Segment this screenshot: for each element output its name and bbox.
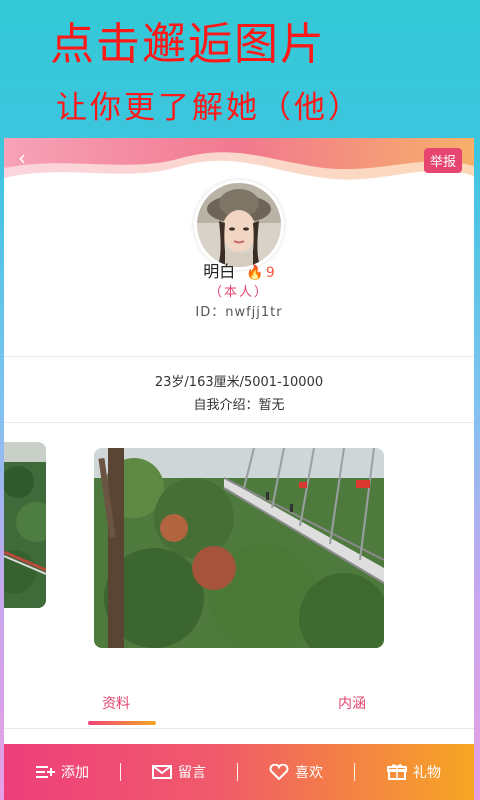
tab-active-indicator xyxy=(88,721,156,725)
gift-button[interactable]: 礼物 xyxy=(355,744,473,800)
photo-thumbnail-previous[interactable] xyxy=(4,442,46,608)
action-bar: 添加 留言 喜欢 礼物 xyxy=(4,744,474,800)
like-label: 喜欢 xyxy=(295,765,323,781)
divider xyxy=(4,422,474,423)
user-stats: 23岁/163厘米/5001-10000 xyxy=(154,375,324,390)
divider xyxy=(4,356,474,357)
add-friend-icon xyxy=(35,765,55,779)
report-button[interactable]: 举报 xyxy=(423,148,462,173)
user-bio: 自我介绍：暂无 xyxy=(193,398,285,413)
like-button[interactable]: 喜欢 xyxy=(238,744,354,800)
add-label: 添加 xyxy=(61,765,89,781)
promo-banner: 点击邂逅图片 让你更了解她（他） xyxy=(0,0,480,140)
heat-count: 9 xyxy=(265,265,275,281)
user-name: 明白 xyxy=(203,262,236,281)
gift-icon xyxy=(387,764,407,780)
tab-profile[interactable]: 资料 xyxy=(102,693,130,713)
avatar[interactable] xyxy=(194,180,284,270)
photo-main[interactable] xyxy=(94,448,384,648)
add-button[interactable]: 添加 xyxy=(4,744,120,800)
gift-label: 礼物 xyxy=(413,765,441,781)
app-screen: ‹ 举报 明白 🔥 9 （本人） ID：nwfjj1tr 23岁/163厘米/50… xyxy=(4,138,474,800)
promo-subtitle: 让你更了解她（他） xyxy=(56,90,362,126)
self-tag: （本人） xyxy=(208,285,269,300)
tab-bar: 资料 内涵 xyxy=(4,683,474,725)
user-id: ID：nwfjj1tr xyxy=(195,305,283,320)
message-button[interactable]: 留言 xyxy=(121,744,237,800)
promo-title: 点击邂逅图片 xyxy=(50,19,326,70)
back-arrow-icon[interactable]: ‹ xyxy=(18,146,26,170)
divider xyxy=(4,728,474,729)
message-label: 留言 xyxy=(178,765,206,781)
heart-icon xyxy=(269,764,289,780)
mail-icon xyxy=(152,765,172,779)
flame-icon: 🔥 xyxy=(246,265,264,281)
tab-content[interactable]: 内涵 xyxy=(338,693,366,713)
name-row: 明白 🔥 9 xyxy=(4,258,474,282)
